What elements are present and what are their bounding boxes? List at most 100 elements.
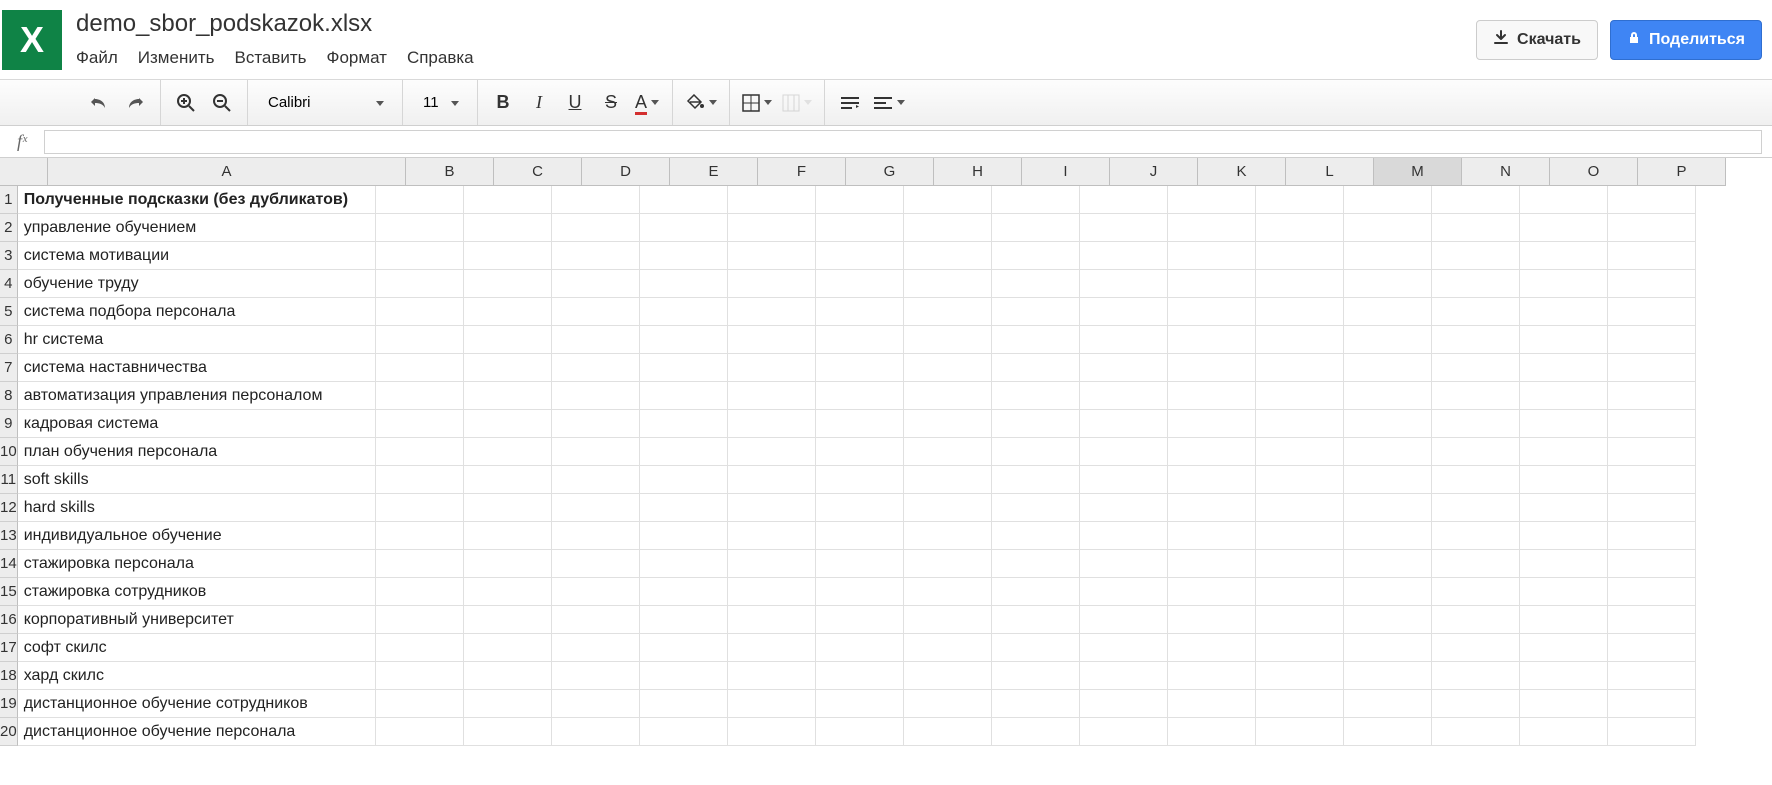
cell-F16[interactable] — [728, 606, 816, 634]
column-header-N[interactable]: N — [1462, 158, 1550, 186]
cell-P18[interactable] — [1608, 662, 1696, 690]
cell-O2[interactable] — [1520, 214, 1608, 242]
cell-N16[interactable] — [1432, 606, 1520, 634]
cell-B20[interactable] — [376, 718, 464, 746]
cell-P19[interactable] — [1608, 690, 1696, 718]
cell-E19[interactable] — [640, 690, 728, 718]
cell-O17[interactable] — [1520, 634, 1608, 662]
cell-P3[interactable] — [1608, 242, 1696, 270]
cell-C11[interactable] — [464, 466, 552, 494]
cell-B5[interactable] — [376, 298, 464, 326]
cell-I9[interactable] — [992, 410, 1080, 438]
cell-I11[interactable] — [992, 466, 1080, 494]
cell-D7[interactable] — [552, 354, 640, 382]
cell-H2[interactable] — [904, 214, 992, 242]
cell-K5[interactable] — [1168, 298, 1256, 326]
cell-D16[interactable] — [552, 606, 640, 634]
cell-I6[interactable] — [992, 326, 1080, 354]
cell-L7[interactable] — [1256, 354, 1344, 382]
cell-P20[interactable] — [1608, 718, 1696, 746]
cell-P11[interactable] — [1608, 466, 1696, 494]
cell-F11[interactable] — [728, 466, 816, 494]
cell-I4[interactable] — [992, 270, 1080, 298]
row-header-16[interactable]: 16 — [0, 606, 18, 634]
cell-B18[interactable] — [376, 662, 464, 690]
cell-L8[interactable] — [1256, 382, 1344, 410]
cell-E14[interactable] — [640, 550, 728, 578]
cell-J19[interactable] — [1080, 690, 1168, 718]
cell-N2[interactable] — [1432, 214, 1520, 242]
cell-G1[interactable] — [816, 186, 904, 214]
cell-N20[interactable] — [1432, 718, 1520, 746]
cell-M7[interactable] — [1344, 354, 1432, 382]
cell-H5[interactable] — [904, 298, 992, 326]
cell-M8[interactable] — [1344, 382, 1432, 410]
cell-F7[interactable] — [728, 354, 816, 382]
cell-N15[interactable] — [1432, 578, 1520, 606]
cell-O7[interactable] — [1520, 354, 1608, 382]
column-header-H[interactable]: H — [934, 158, 1022, 186]
cell-J1[interactable] — [1080, 186, 1168, 214]
cell-L19[interactable] — [1256, 690, 1344, 718]
cell-D18[interactable] — [552, 662, 640, 690]
cell-E9[interactable] — [640, 410, 728, 438]
row-header-3[interactable]: 3 — [0, 242, 18, 270]
cell-A3[interactable]: система мотивации — [18, 242, 376, 270]
cell-A16[interactable]: корпоративный университет — [18, 606, 376, 634]
cell-O3[interactable] — [1520, 242, 1608, 270]
cell-K14[interactable] — [1168, 550, 1256, 578]
cell-N4[interactable] — [1432, 270, 1520, 298]
cell-H12[interactable] — [904, 494, 992, 522]
cell-M18[interactable] — [1344, 662, 1432, 690]
cell-O12[interactable] — [1520, 494, 1608, 522]
cell-J16[interactable] — [1080, 606, 1168, 634]
cell-K2[interactable] — [1168, 214, 1256, 242]
cell-I15[interactable] — [992, 578, 1080, 606]
cell-L17[interactable] — [1256, 634, 1344, 662]
cell-A15[interactable]: стажировка сотрудников — [18, 578, 376, 606]
cell-B17[interactable] — [376, 634, 464, 662]
cell-H20[interactable] — [904, 718, 992, 746]
cell-A2[interactable]: управление обучением — [18, 214, 376, 242]
cell-O5[interactable] — [1520, 298, 1608, 326]
cell-P13[interactable] — [1608, 522, 1696, 550]
cell-A20[interactable]: дистанционное обучение персонала — [18, 718, 376, 746]
cell-N5[interactable] — [1432, 298, 1520, 326]
font-family-select[interactable]: Calibri — [260, 89, 390, 117]
row-header-11[interactable]: 11 — [0, 466, 18, 494]
cell-K15[interactable] — [1168, 578, 1256, 606]
column-header-I[interactable]: I — [1022, 158, 1110, 186]
cell-K6[interactable] — [1168, 326, 1256, 354]
cell-B12[interactable] — [376, 494, 464, 522]
cell-N18[interactable] — [1432, 662, 1520, 690]
cell-K12[interactable] — [1168, 494, 1256, 522]
cell-D11[interactable] — [552, 466, 640, 494]
cell-H6[interactable] — [904, 326, 992, 354]
cell-A9[interactable]: кадровая система — [18, 410, 376, 438]
cell-G20[interactable] — [816, 718, 904, 746]
cell-G3[interactable] — [816, 242, 904, 270]
font-size-select[interactable]: 11 — [415, 89, 465, 117]
cell-C18[interactable] — [464, 662, 552, 690]
cell-B15[interactable] — [376, 578, 464, 606]
cell-A6[interactable]: hr система — [18, 326, 376, 354]
cell-F4[interactable] — [728, 270, 816, 298]
share-button[interactable]: Поделиться — [1610, 20, 1762, 60]
cell-H8[interactable] — [904, 382, 992, 410]
strikethrough-button[interactable]: S — [598, 89, 624, 117]
column-header-K[interactable]: K — [1198, 158, 1286, 186]
cell-P8[interactable] — [1608, 382, 1696, 410]
cell-K4[interactable] — [1168, 270, 1256, 298]
cell-I7[interactable] — [992, 354, 1080, 382]
cell-L9[interactable] — [1256, 410, 1344, 438]
cell-H11[interactable] — [904, 466, 992, 494]
cell-D6[interactable] — [552, 326, 640, 354]
cell-N9[interactable] — [1432, 410, 1520, 438]
cell-F2[interactable] — [728, 214, 816, 242]
row-header-20[interactable]: 20 — [0, 718, 18, 746]
cell-B7[interactable] — [376, 354, 464, 382]
cell-C8[interactable] — [464, 382, 552, 410]
cell-B11[interactable] — [376, 466, 464, 494]
cell-I20[interactable] — [992, 718, 1080, 746]
cells-area[interactable]: Полученные подсказки (без дубликатов)упр… — [18, 186, 1696, 746]
